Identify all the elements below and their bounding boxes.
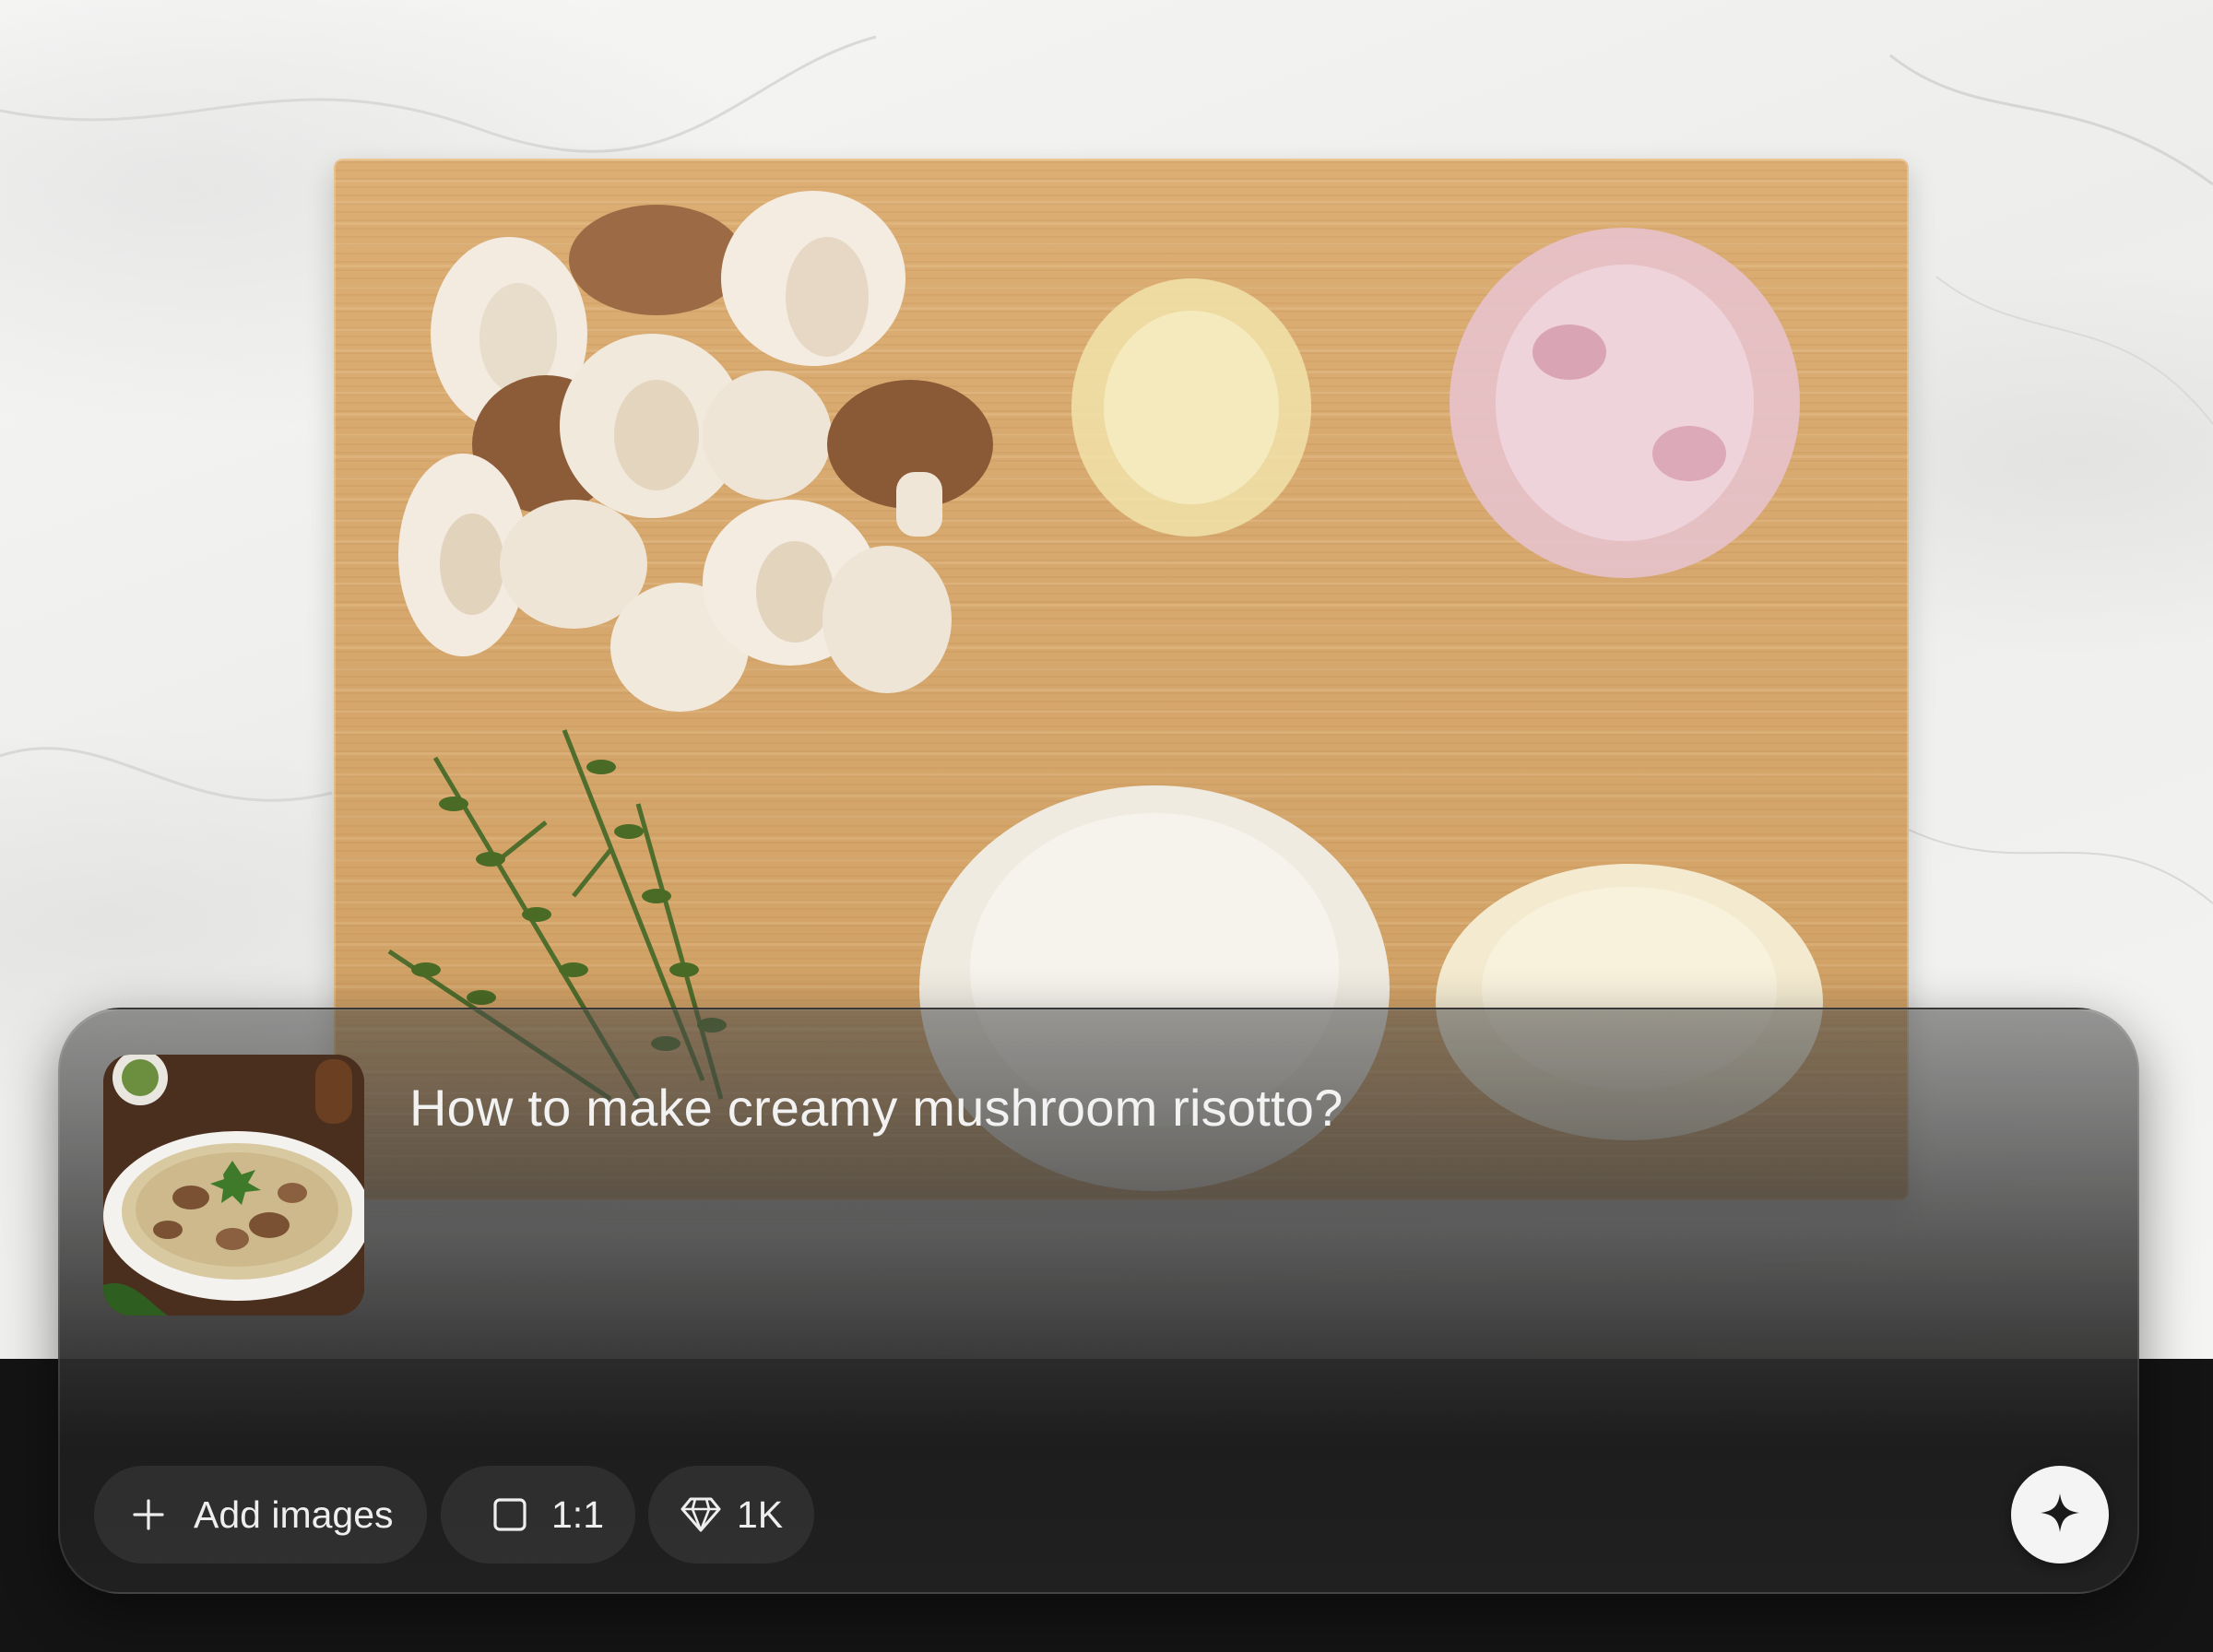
prompt-composer: How to make creamy mushroom risotto? Add…: [58, 1008, 2139, 1594]
attached-image-thumbnail[interactable]: [103, 1055, 364, 1316]
minced-garlic: [1071, 278, 1311, 537]
generate-button[interactable]: [2011, 1466, 2109, 1564]
resolution-label: 1K: [737, 1493, 784, 1536]
add-images-button[interactable]: Add images: [94, 1466, 427, 1564]
prompt-input[interactable]: How to make creamy mushroom risotto?: [409, 1076, 1885, 1140]
mushrooms: [398, 191, 993, 712]
plus-icon: [127, 1493, 170, 1536]
resolution-button[interactable]: 1K: [648, 1466, 814, 1564]
sparkle-icon: [2039, 1492, 2081, 1539]
add-images-label: Add images: [194, 1493, 394, 1536]
aspect-ratio-button[interactable]: 1:1: [441, 1466, 635, 1564]
diamond-icon: [680, 1493, 722, 1536]
square-icon: [489, 1493, 531, 1536]
aspect-ratio-label: 1:1: [551, 1493, 604, 1536]
risotto-photo-icon: [103, 1055, 364, 1316]
diced-shallots: [1450, 228, 1800, 578]
